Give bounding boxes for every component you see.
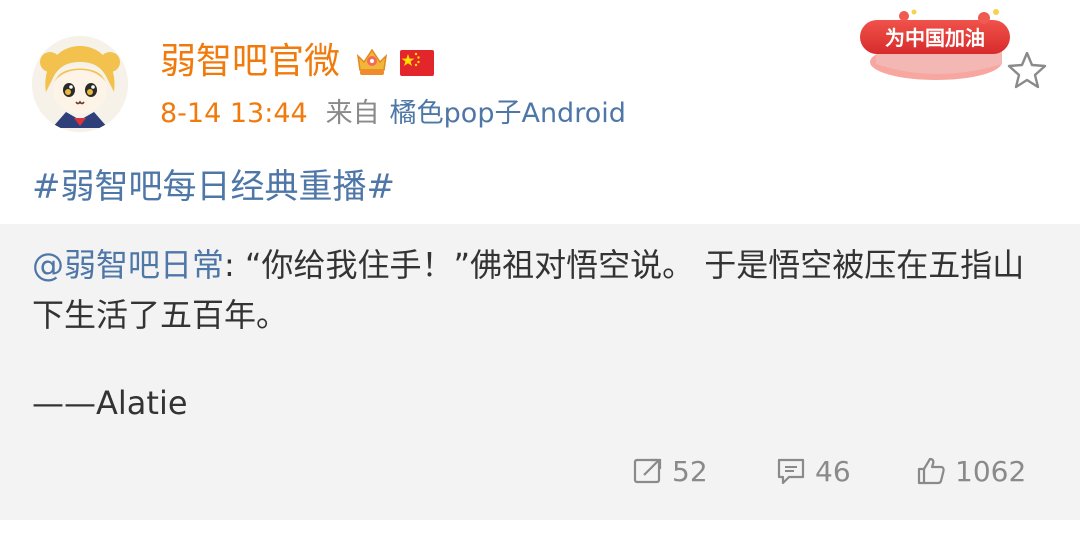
- retweet-separator: :: [224, 246, 245, 284]
- comment-icon: [777, 458, 805, 485]
- avatar-image: [32, 36, 128, 132]
- repost-button[interactable]: 52: [632, 448, 708, 494]
- like-button[interactable]: 1062: [915, 448, 1026, 494]
- retweet-text: @弱智吧日常: “你给我住手！”佛祖对悟空说。 于是悟空被压在五指山下生活了五百…: [32, 240, 1052, 340]
- post-source-link[interactable]: 橘色pop子Android: [390, 98, 626, 129]
- weibo-post-card: 弱智吧官微 8-14 13:44 来自橘色pop子Android 为中国加油: [0, 0, 1080, 543]
- comment-count: 46: [815, 454, 851, 488]
- post-meta: 8-14 13:44 来自 橘色pop子Android: [160, 96, 626, 132]
- avatar[interactable]: [32, 36, 128, 132]
- thumbs-up-icon: [917, 457, 945, 485]
- badge-text: 为中国加油: [885, 26, 985, 50]
- like-count: 1062: [955, 454, 1027, 488]
- source-prefix: 来自: [325, 98, 380, 129]
- post-timestamp: 8-14 13:44: [160, 98, 308, 129]
- star-icon[interactable]: [1006, 50, 1048, 90]
- cheer-china-badge[interactable]: 为中国加油: [856, 8, 1014, 84]
- username[interactable]: 弱智吧官微: [160, 38, 340, 86]
- repost-icon: [633, 458, 662, 484]
- retweet-author-signature: ——Alatie: [32, 384, 188, 422]
- comment-button[interactable]: 46: [775, 448, 851, 494]
- retweet-block[interactable]: @弱智吧日常: “你给我住手！”佛祖对悟空说。 于是悟空被压在五指山下生活了五百…: [0, 224, 1080, 520]
- topic-hashtag[interactable]: #弱智吧每日经典重播#: [32, 164, 395, 210]
- retweet-mention[interactable]: @弱智吧日常: [32, 246, 224, 284]
- china-flag-icon: [400, 50, 434, 76]
- vip-crown-icon[interactable]: [354, 46, 390, 78]
- repost-count: 52: [672, 454, 708, 488]
